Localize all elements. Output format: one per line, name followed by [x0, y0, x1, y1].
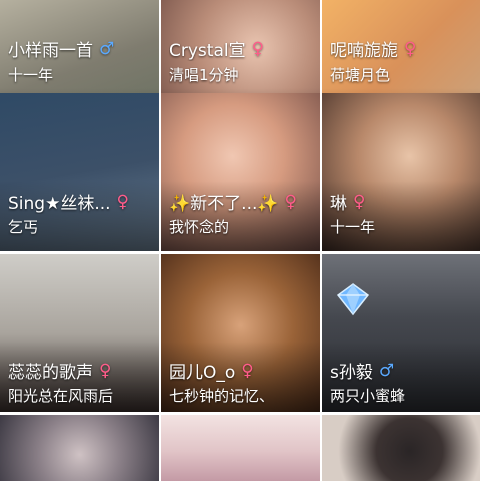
name-row: 琳 ♀	[330, 189, 475, 215]
song-title: 我怀念的	[169, 218, 230, 236]
user-name: Crystal宣	[169, 41, 246, 61]
male-icon: ♂	[99, 38, 115, 59]
name-row: Sing★丝袜... ♀	[8, 189, 153, 215]
name-row: 呢喃旎旎 ♀	[330, 36, 475, 62]
female-icon: ♀	[353, 191, 366, 212]
user-grid: 小样雨一首 ♂ 十一年 Crystal宣 ♀ 清唱1分钟 呢喃旎旎 ♀ 荷塘月色…	[0, 0, 480, 481]
user-photo	[0, 415, 159, 481]
user-tile[interactable]: 琳 ♀ 十一年	[322, 93, 480, 251]
user-name: 呢喃旎旎	[330, 41, 398, 61]
female-icon: ♀	[241, 360, 254, 381]
song-title: 清唱1分钟	[169, 66, 239, 84]
song-title: 两只小蜜蜂	[330, 387, 406, 405]
song-title: 十一年	[330, 218, 376, 236]
female-icon: ♀	[404, 38, 417, 59]
male-icon: ♂	[378, 360, 395, 381]
user-name: ✨新不了...✨	[169, 194, 279, 214]
song-title: 七秒钟的记忆、	[169, 387, 275, 405]
female-icon: ♀	[99, 360, 112, 381]
female-icon: ♀	[251, 38, 265, 59]
user-tile[interactable]	[161, 415, 320, 481]
user-photo	[161, 415, 320, 481]
name-row: 蕊蕊的歌声 ♀	[8, 358, 153, 384]
user-name: 小样雨一首	[8, 41, 93, 61]
song-title: 乞丐	[8, 218, 39, 236]
user-name: 琳	[330, 194, 347, 214]
song-title: 荷塘月色	[330, 66, 391, 84]
name-row: s孙毅 ♂	[330, 358, 475, 384]
name-row: 小样雨一首 ♂	[8, 36, 153, 62]
user-tile[interactable]	[322, 415, 480, 481]
song-title: 十一年	[8, 66, 54, 84]
user-name: s孙毅	[330, 363, 373, 383]
diamond-icon	[336, 283, 370, 316]
female-icon: ♀	[284, 191, 297, 212]
user-tile[interactable]: ✨新不了...✨ ♀ 我怀念的	[161, 93, 320, 251]
user-tile[interactable]: 蕊蕊的歌声 ♀ 阳光总在风雨后	[0, 254, 159, 412]
name-row: ✨新不了...✨ ♀	[169, 189, 314, 215]
user-name: Sing★丝袜...	[8, 194, 111, 214]
user-tile[interactable]: 园儿O_o ♀ 七秒钟的记忆、	[161, 254, 320, 412]
user-tile[interactable]: s孙毅 ♂ 两只小蜜蜂	[322, 254, 480, 412]
user-tile[interactable]	[0, 415, 159, 481]
user-name: 园儿O_o	[169, 363, 236, 383]
song-title: 阳光总在风雨后	[8, 387, 114, 405]
user-name: 蕊蕊的歌声	[8, 363, 93, 383]
name-row: Crystal宣 ♀	[169, 36, 314, 62]
name-row: 园儿O_o ♀	[169, 358, 314, 384]
user-tile[interactable]: Sing★丝袜... ♀ 乞丐	[0, 93, 159, 251]
user-photo	[322, 415, 480, 481]
female-icon: ♀	[116, 191, 129, 212]
